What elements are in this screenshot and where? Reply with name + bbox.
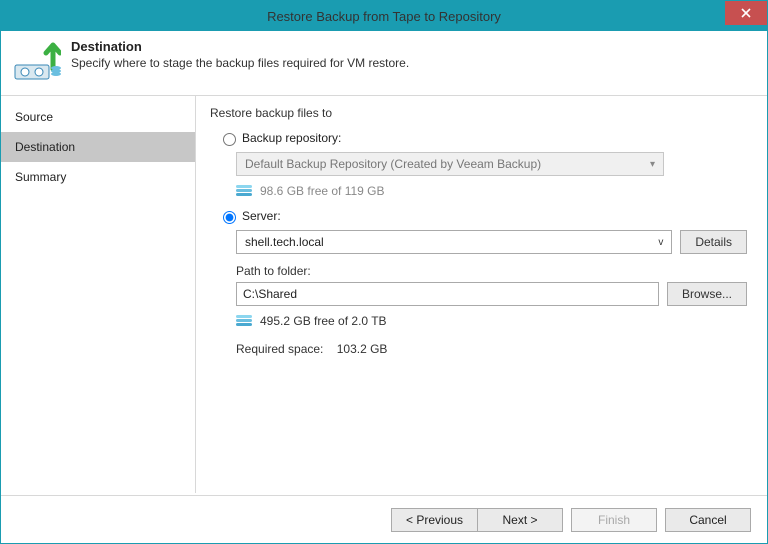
- backup-repository-free-text: 98.6 GB free of 119 GB: [260, 184, 385, 198]
- sidebar-item-source[interactable]: Source: [1, 102, 195, 132]
- close-button[interactable]: [725, 1, 767, 25]
- path-input[interactable]: [236, 282, 659, 306]
- wizard-footer: < Previous Next > Finish Cancel: [1, 495, 767, 543]
- window-title: Restore Backup from Tape to Repository: [267, 9, 501, 24]
- wizard-header: Destination Specify where to stage the b…: [1, 31, 767, 95]
- backup-repository-dropdown: Default Backup Repository (Created by Ve…: [236, 152, 664, 176]
- sidebar-item-destination[interactable]: Destination: [1, 132, 195, 162]
- server-dropdown[interactable]: shell.tech.local v: [236, 230, 672, 254]
- chevron-down-icon: v: [658, 237, 663, 248]
- wizard-steps-sidebar: Source Destination Summary: [1, 96, 196, 493]
- close-icon: [741, 8, 751, 18]
- header-title: Destination: [71, 39, 409, 54]
- finish-button: Finish: [571, 508, 657, 532]
- backup-repository-free-space: 98.6 GB free of 119 GB: [236, 184, 747, 198]
- tape-restore-icon: [13, 39, 61, 81]
- next-button[interactable]: Next >: [477, 508, 563, 532]
- option-server[interactable]: Server:: [218, 208, 747, 224]
- titlebar[interactable]: Restore Backup from Tape to Repository: [1, 1, 767, 31]
- section-title: Restore backup files to: [210, 106, 747, 120]
- path-label: Path to folder:: [236, 264, 747, 278]
- disk-stack-icon: [236, 315, 252, 327]
- required-space-row: Required space: 103.2 GB: [236, 342, 747, 356]
- server-value: shell.tech.local: [245, 235, 324, 249]
- details-button[interactable]: Details: [680, 230, 747, 254]
- cancel-button[interactable]: Cancel: [665, 508, 751, 532]
- server-free-text: 495.2 GB free of 2.0 TB: [260, 314, 387, 328]
- label-server: Server:: [242, 209, 281, 223]
- wizard-window: Restore Backup from Tape to Repository D…: [0, 0, 768, 544]
- header-subtitle: Specify where to stage the backup files …: [71, 56, 409, 70]
- radio-server[interactable]: [223, 211, 236, 224]
- radio-backup-repository[interactable]: [223, 133, 236, 146]
- content-pane: Restore backup files to Backup repositor…: [196, 96, 767, 493]
- browse-button[interactable]: Browse...: [667, 282, 747, 306]
- label-backup-repository: Backup repository:: [242, 131, 341, 145]
- chevron-down-icon: ▾: [650, 159, 655, 170]
- sidebar-item-summary[interactable]: Summary: [1, 162, 195, 192]
- server-free-space: 495.2 GB free of 2.0 TB: [236, 314, 747, 328]
- disk-stack-icon: [236, 185, 252, 197]
- required-space-value: 103.2 GB: [337, 342, 388, 356]
- previous-button[interactable]: < Previous: [391, 508, 477, 532]
- wizard-body: Source Destination Summary Restore backu…: [1, 96, 767, 493]
- backup-repository-value: Default Backup Repository (Created by Ve…: [245, 157, 541, 171]
- required-space-label: Required space:: [236, 342, 323, 356]
- option-backup-repository[interactable]: Backup repository:: [218, 130, 747, 146]
